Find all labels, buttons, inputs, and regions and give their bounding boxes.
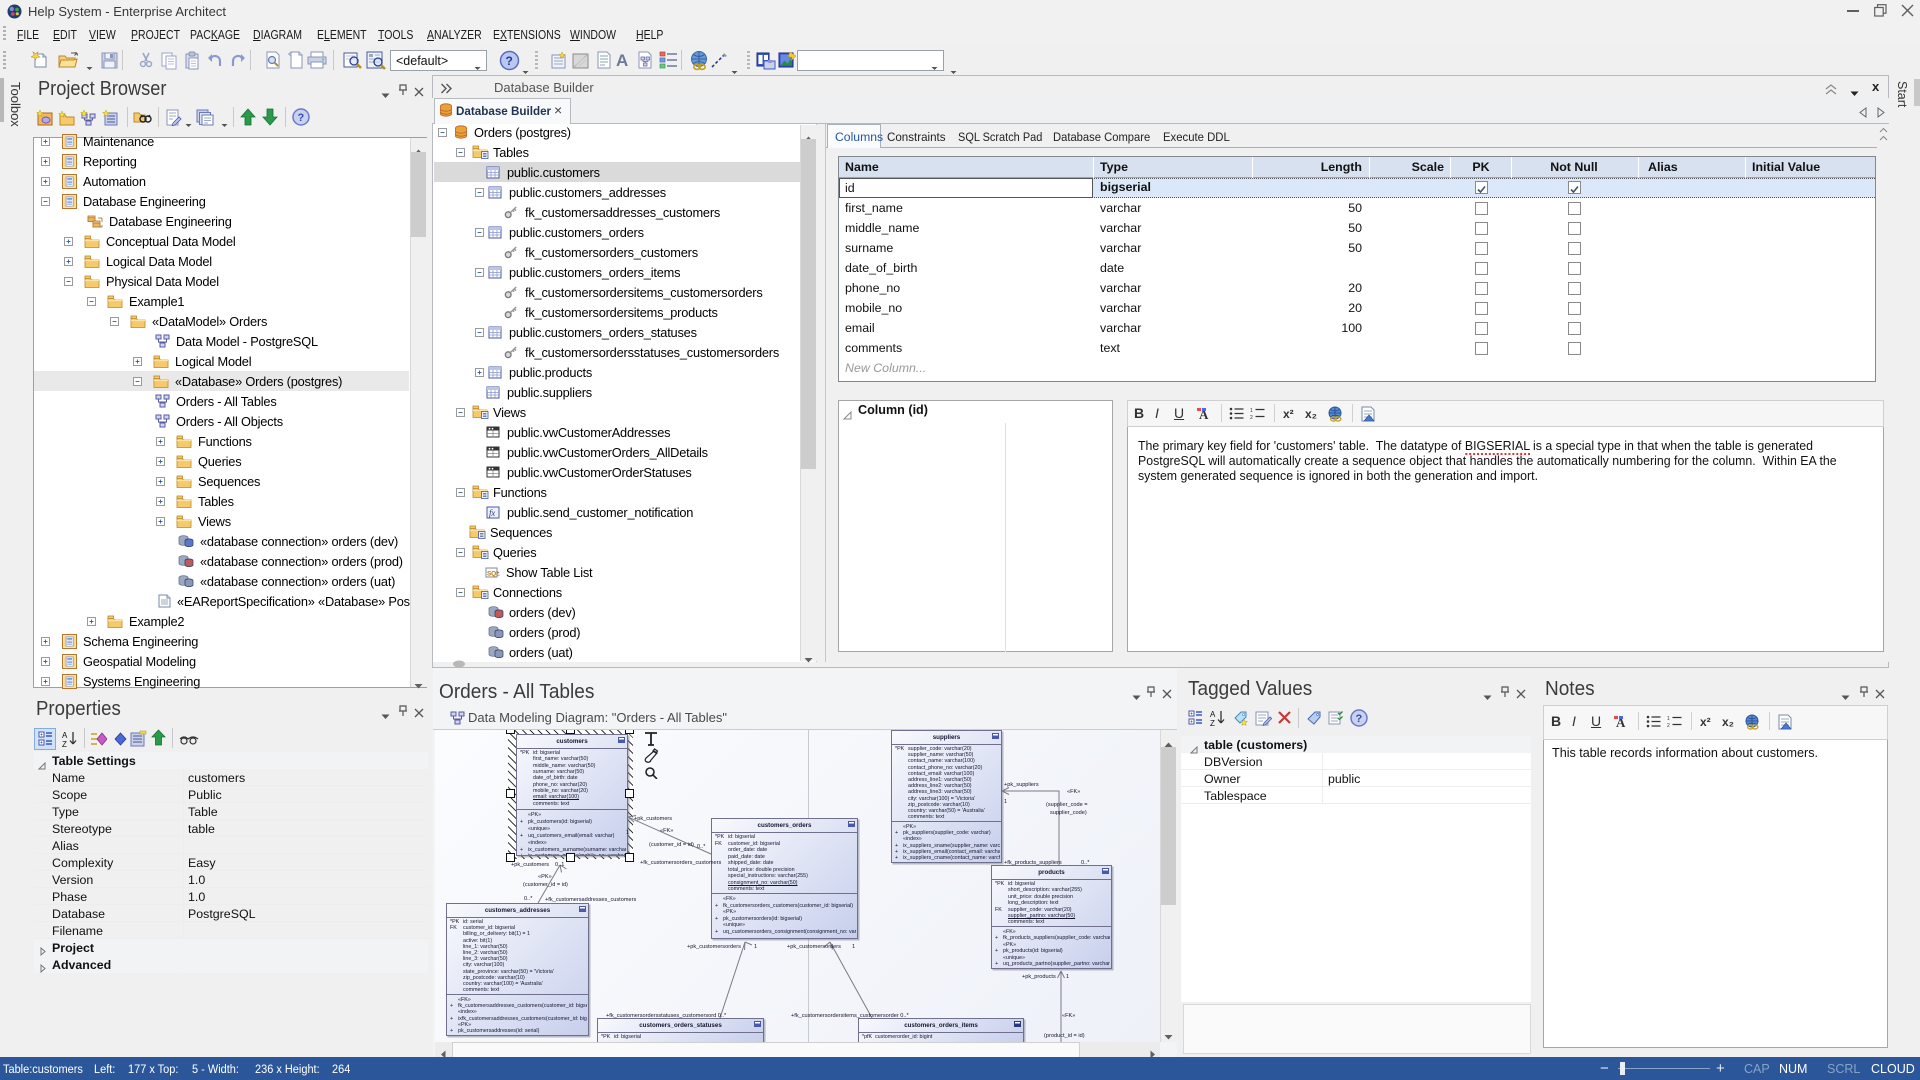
svg-text:A: A bbox=[62, 731, 68, 740]
svg-text:(customer_id = id): (customer_id = id) bbox=[649, 842, 694, 848]
svg-text:fx: fx bbox=[489, 508, 495, 518]
svg-text:1: 1 bbox=[626, 830, 629, 836]
svg-text:0..*: 0..* bbox=[524, 896, 533, 902]
svg-text:+fk_customersaddresses_custome: +fk_customersaddresses_customers bbox=[545, 897, 636, 903]
svg-text:+pk_customers: +pk_customers bbox=[511, 862, 549, 868]
svg-text:Z: Z bbox=[62, 740, 67, 748]
svg-text:2: 2 bbox=[1250, 415, 1253, 420]
svg-text:+pk_customersorders: +pk_customersorders bbox=[687, 944, 741, 950]
svg-text:2: 2 bbox=[1667, 723, 1670, 728]
svg-text:1: 1 bbox=[754, 944, 757, 950]
svg-text:1: 1 bbox=[852, 944, 855, 950]
svg-text:(customer_id = id): (customer_id = id) bbox=[523, 882, 568, 888]
svg-text:(supplier_code =: (supplier_code = bbox=[1046, 802, 1088, 808]
svg-text:«PK»: «PK» bbox=[538, 874, 552, 880]
svg-text:+fk_products_suppliers: +fk_products_suppliers bbox=[1004, 860, 1062, 866]
svg-text:+fk_customersordersitems_custo: +fk_customersordersitems_customersorder … bbox=[791, 1013, 909, 1019]
svg-text:+pk_suppliers: +pk_suppliers bbox=[1004, 782, 1039, 788]
svg-text:«FK»: «FK» bbox=[1062, 1013, 1075, 1019]
svg-text:+pk_customers: +pk_customers bbox=[634, 816, 672, 822]
svg-text:A: A bbox=[1210, 710, 1216, 719]
svg-text:+fk_customersorders_customers: +fk_customersorders_customers bbox=[640, 860, 721, 866]
svg-text:0..*: 0..* bbox=[697, 844, 706, 850]
svg-text:«FK»: «FK» bbox=[660, 828, 673, 834]
svg-text:1: 1 bbox=[1066, 974, 1069, 980]
svg-text:0..1: 0..1 bbox=[555, 862, 564, 868]
svg-text:+pk_products: +pk_products bbox=[1022, 974, 1056, 980]
svg-text:?: ? bbox=[298, 112, 305, 124]
svg-text:supplier_code): supplier_code) bbox=[1050, 810, 1087, 816]
svg-text:?: ? bbox=[506, 54, 513, 68]
svg-text:1: 1 bbox=[1250, 408, 1253, 414]
svg-text:?: ? bbox=[1356, 713, 1363, 725]
svg-text:+pk_customersorders: +pk_customersorders bbox=[787, 944, 841, 950]
svg-text:Z: Z bbox=[1210, 719, 1215, 727]
svg-text:SQL: SQL bbox=[487, 570, 500, 577]
svg-text:«FK»: «FK» bbox=[1067, 789, 1080, 795]
svg-text:1: 1 bbox=[1667, 716, 1670, 722]
svg-text:1: 1 bbox=[1004, 799, 1007, 805]
svg-text:+fk_customersordersstatuses_cu: +fk_customersordersstatuses_customersord… bbox=[606, 1013, 727, 1019]
svg-text:(product_id = id): (product_id = id) bbox=[1044, 1033, 1085, 1039]
svg-text:0..*: 0..* bbox=[1081, 860, 1090, 866]
